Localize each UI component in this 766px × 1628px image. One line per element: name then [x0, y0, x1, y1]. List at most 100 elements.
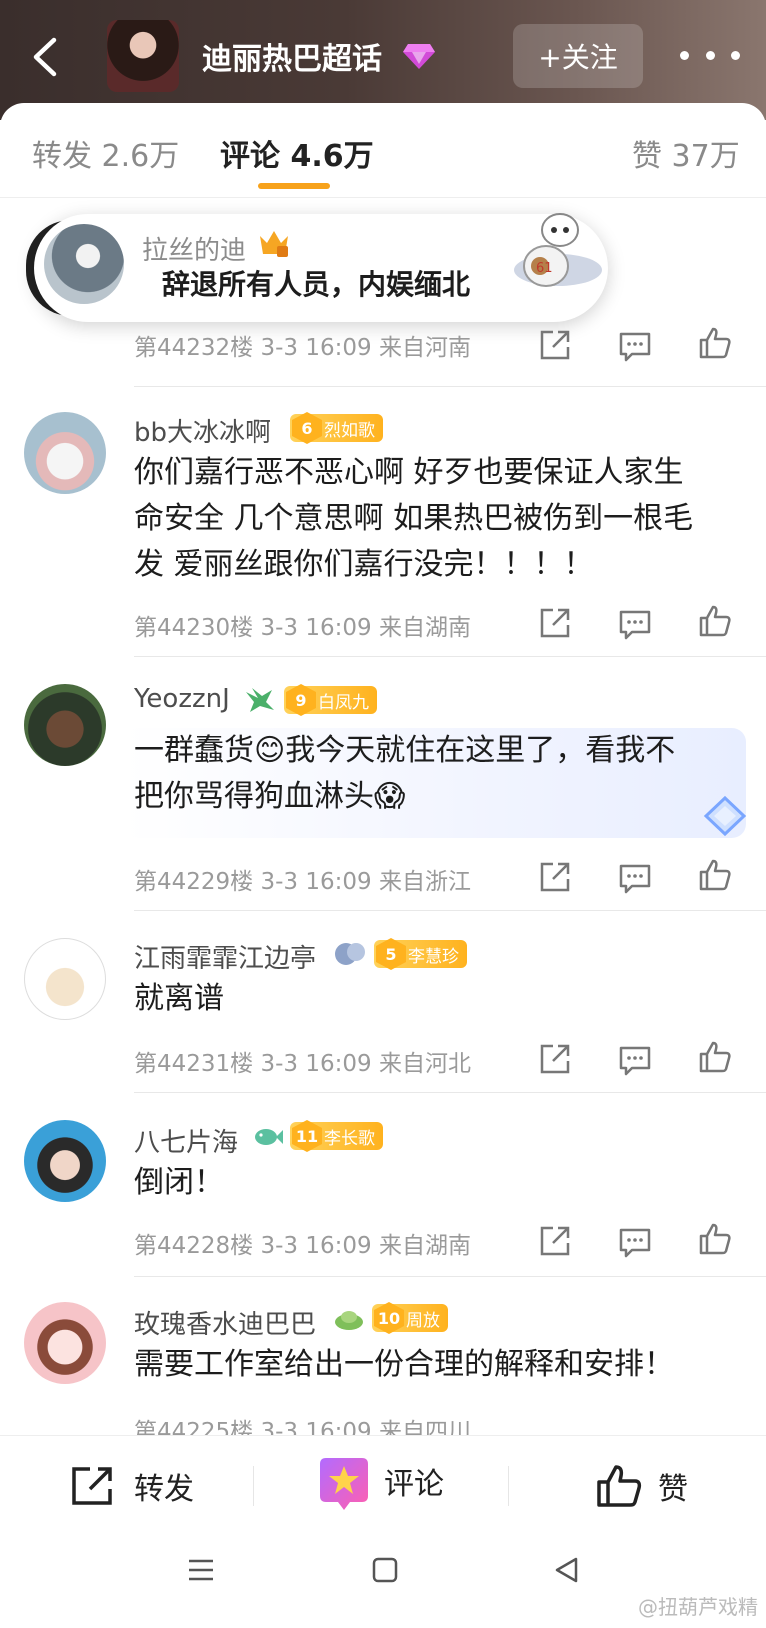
plane-sticker-icon: 61	[514, 213, 602, 287]
reply-icon[interactable]	[618, 608, 652, 642]
like-icon[interactable]	[698, 858, 732, 892]
back-triangle-icon[interactable]	[552, 1555, 582, 1585]
like-button[interactable]: 赞	[596, 1464, 688, 1508]
like-icon[interactable]	[698, 1222, 732, 1256]
divider	[508, 1466, 509, 1506]
reply-icon[interactable]	[618, 1226, 652, 1260]
divider	[134, 1276, 766, 1277]
active-tab-indicator	[258, 183, 330, 189]
tab-bar: 转发 2.6万 评论 4.6万 赞 37万	[0, 103, 766, 198]
comment-line: 就离谱	[134, 981, 224, 1016]
topic-avatar[interactable]	[107, 20, 179, 92]
home-icon[interactable]	[370, 1555, 400, 1585]
avatar[interactable]	[24, 1302, 106, 1384]
fan-badge: 9 白凤九	[284, 684, 377, 716]
dot-icon	[705, 50, 715, 60]
like-icon[interactable]	[698, 1040, 732, 1074]
comment-meta: 第44231楼 3-3 16:09 来自河北	[134, 1051, 471, 1077]
badge-level: 11	[292, 1120, 322, 1152]
clipped-meta-row: 第44225楼 3-3 16:09 来自四川	[0, 1406, 766, 1435]
repost-icon	[72, 1467, 112, 1505]
bird-icon	[246, 688, 274, 712]
avatar[interactable]	[24, 938, 106, 1020]
header-bar: 迪丽热巴超话 +关注	[0, 0, 766, 120]
reply-icon[interactable]	[618, 1044, 652, 1078]
diamond-sparkle-icon	[703, 795, 747, 837]
comment-username[interactable]: YeozznJ	[134, 684, 230, 714]
comment-meta: 第44230楼 3-3 16:09 来自湖南	[134, 615, 471, 641]
comment-button[interactable]: 评论	[318, 1456, 444, 1512]
more-options-button[interactable]	[680, 40, 740, 70]
comment-label: 评论	[384, 1467, 444, 1502]
tab-repost[interactable]: 转发 2.6万	[32, 131, 179, 175]
avatar[interactable]	[24, 412, 106, 494]
divider	[134, 656, 766, 657]
popup-username[interactable]: 拉丝的迪	[142, 230, 246, 267]
fan-badge: 5 李慧珍	[374, 938, 467, 970]
comment-username[interactable]: bb大冰冰啊	[134, 412, 271, 449]
watermark: @扭葫芦戏精	[638, 1595, 758, 1619]
badge-label: 白凤九	[318, 692, 369, 713]
comment-line: 需要工作室给出一份合理的解释和安排！	[134, 1347, 674, 1382]
comment-username[interactable]: 八七片海	[134, 1122, 238, 1159]
reply-icon[interactable]	[618, 862, 652, 896]
comment-text: 你们嘉行恶不恶心啊 好歹也要保证人家生 命安全 几个意思啊 如果热巴被伤到一根毛…	[134, 450, 693, 588]
badge-level: 9	[286, 684, 316, 716]
svg-text:61: 61	[536, 261, 553, 276]
system-nav-bar: @扭葫芦戏精	[0, 1535, 766, 1628]
follow-button[interactable]: +关注	[513, 24, 643, 88]
comment-meta: 第44225楼 3-3 16:09 来自四川	[134, 1419, 471, 1435]
menu-icon[interactable]	[186, 1555, 216, 1585]
comment-line: 把你骂得狗血淋头😱	[134, 779, 406, 814]
avatar[interactable]	[24, 1120, 106, 1202]
chevron-left-icon	[33, 37, 57, 77]
dot-icon	[680, 50, 689, 60]
repost-label: 转发	[134, 1472, 194, 1507]
comment-line: 一群蠢货😊我今天就住在这里了，看我不	[134, 733, 676, 768]
page-title[interactable]: 迪丽热巴超话	[202, 34, 382, 78]
badge-label: 周放	[406, 1310, 440, 1331]
comment-text: 一群蠢货😊我今天就住在这里了，看我不 把你骂得狗血淋头😱	[134, 728, 675, 820]
reply-icon[interactable]	[618, 330, 652, 364]
comment-username[interactable]: 玫瑰香水迪巴巴	[134, 1304, 316, 1341]
comment-text: 倒闭！	[134, 1160, 224, 1206]
comment-meta: 第44228楼 3-3 16:09 来自湖南	[134, 1233, 471, 1259]
tab-likes[interactable]: 赞 37万	[632, 131, 740, 175]
badge-label: 烈如歌	[324, 420, 375, 441]
fan-badge: 11 李长歌	[290, 1120, 383, 1152]
like-icon[interactable]	[698, 326, 732, 360]
fan-badge: 6 烈如歌	[290, 412, 383, 444]
divider	[134, 910, 766, 911]
repost-icon[interactable]	[538, 1224, 572, 1258]
avatar[interactable]	[24, 684, 106, 766]
comment-text: 需要工作室给出一份合理的解释和安排！	[134, 1342, 674, 1388]
badge-level: 6	[292, 412, 322, 444]
back-button[interactable]	[26, 32, 66, 82]
gold-ingot-icon	[335, 1311, 363, 1330]
like-label: 赞	[658, 1472, 688, 1507]
mask-icon	[335, 943, 365, 965]
like-icon[interactable]	[698, 604, 732, 638]
repost-button[interactable]: 转发	[70, 1464, 194, 1508]
diamond-icon	[403, 44, 435, 69]
comment-line: 命安全 几个意思啊 如果热巴被伤到一根毛	[134, 501, 694, 536]
divider	[253, 1466, 254, 1506]
dot-icon	[731, 50, 740, 60]
popup-comment-text: 辞退所有人员，内娱缅北	[162, 268, 471, 301]
repost-icon[interactable]	[538, 1042, 572, 1076]
comment-text: 就离谱	[134, 976, 224, 1022]
bottom-action-bar: 转发 评论 赞	[0, 1435, 766, 1535]
repost-icon[interactable]	[538, 328, 572, 362]
comment-line: 倒闭！	[134, 1165, 224, 1200]
comment-username[interactable]: 江雨霏霏江边亭	[134, 938, 316, 975]
avatar[interactable]	[44, 224, 124, 304]
tab-comments[interactable]: 评论 4.6万	[220, 131, 374, 175]
like-icon	[597, 1465, 642, 1507]
comment-meta: 第44229楼 3-3 16:09 来自浙江	[134, 869, 471, 895]
badge-label: 李慧珍	[408, 946, 459, 967]
comment-line: 你们嘉行恶不恶心啊 好歹也要保证人家生	[134, 455, 684, 490]
repost-icon[interactable]	[538, 860, 572, 894]
badge-level: 10	[374, 1302, 404, 1334]
repost-icon[interactable]	[538, 606, 572, 640]
crown-icon	[260, 231, 288, 257]
